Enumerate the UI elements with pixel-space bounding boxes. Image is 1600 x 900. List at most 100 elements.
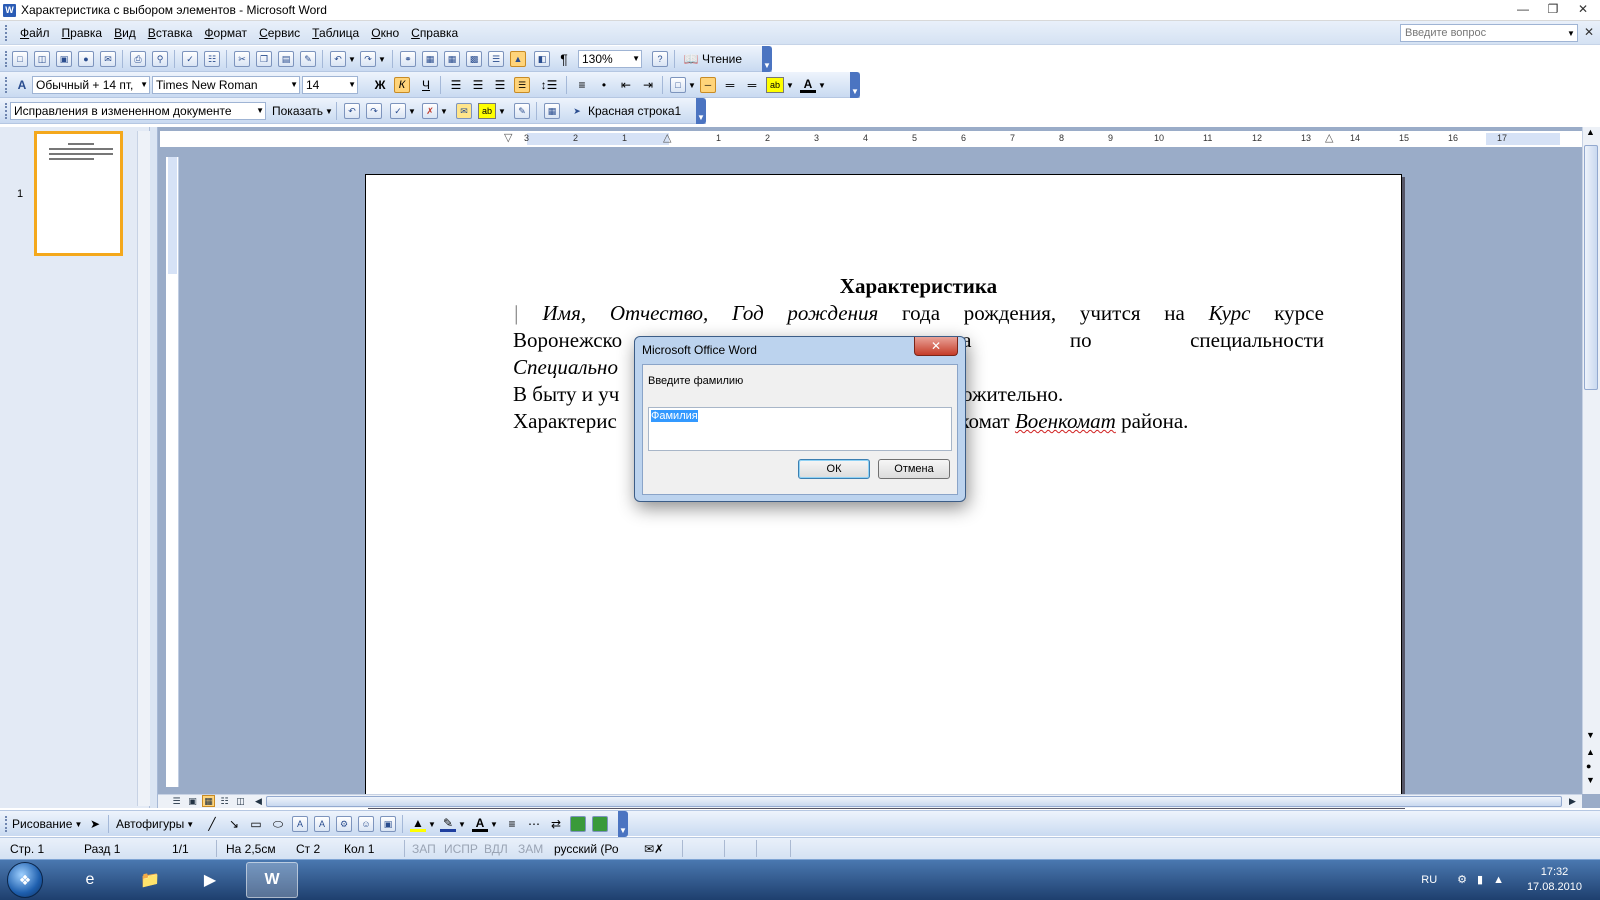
horizontal-line-icon[interactable]: ═	[722, 77, 738, 93]
tables-borders-icon[interactable]: ▦	[422, 51, 438, 67]
accept-change-icon[interactable]: ✓	[390, 103, 406, 119]
spelling-icon[interactable]: ✓	[182, 51, 198, 67]
horizontal-scroll-thumb[interactable]	[266, 796, 1562, 807]
status-overtype[interactable]: ЗАМ	[518, 842, 543, 856]
italic-icon[interactable]: К	[394, 77, 410, 93]
document-close-icon[interactable]: ✕	[1584, 25, 1594, 39]
toolbar-options-icon[interactable]: ▼	[850, 72, 860, 98]
insert-excel-icon[interactable]: ▩	[466, 51, 482, 67]
ask-question-box[interactable]: Введите вопрос ▼	[1400, 24, 1578, 42]
increase-indent-icon[interactable]: ⇥	[640, 77, 656, 93]
field-course[interactable]: Курс	[1209, 301, 1251, 325]
undo-icon[interactable]: ↶	[330, 51, 346, 67]
diagram-icon[interactable]: ⚙	[336, 816, 352, 832]
previous-change-icon[interactable]: ↶	[344, 103, 360, 119]
dialog-close-button[interactable]: ✕	[914, 337, 958, 356]
line-spacing-icon[interactable]: ↕☰	[538, 77, 560, 93]
accept-dropdown-icon[interactable]: ▼	[408, 103, 416, 119]
close-button[interactable]: ✕	[1568, 0, 1598, 18]
menu-file[interactable]: Файл	[14, 22, 56, 44]
align-right-icon[interactable]: ☰	[492, 77, 508, 93]
underline-icon[interactable]: Ч	[418, 77, 434, 93]
field-birth-year[interactable]: Год рождения	[732, 301, 878, 325]
zoom-select[interactable]: 130% ▼	[578, 50, 642, 68]
normal-view-icon[interactable]: ☰	[170, 795, 183, 807]
show-button[interactable]: Показать ▼	[272, 103, 333, 119]
menu-tools[interactable]: Сервис	[253, 22, 306, 44]
scroll-left-icon[interactable]: ◀	[252, 795, 265, 807]
scroll-up-icon[interactable]: ▲	[1586, 127, 1595, 137]
field-patronymic[interactable]: Отчество,	[610, 301, 708, 325]
align-left-icon[interactable]: ☰	[448, 77, 464, 93]
fill-color-icon[interactable]: ▲	[410, 816, 426, 832]
vertical-ruler[interactable]	[166, 157, 179, 787]
select-browse-object-icon[interactable]: ●	[1586, 761, 1591, 771]
insert-table-icon[interactable]: ▦	[444, 51, 460, 67]
track-changes-icon[interactable]: ✎	[514, 103, 530, 119]
cut-icon[interactable]: ✂	[234, 51, 250, 67]
paste-icon[interactable]: ▤	[278, 51, 294, 67]
left-indent-marker[interactable]: △	[663, 131, 671, 144]
status-extend[interactable]: ВДЛ	[484, 842, 508, 856]
file-explorer-icon[interactable]: 📁	[124, 862, 176, 898]
horizontal-ruler[interactable]: 3 2 1 1 2 3 4 5 6 7 8 9 10 11 12 13 14 1…	[160, 131, 1582, 147]
columns-icon[interactable]: ☰	[488, 51, 504, 67]
reject-dropdown-icon[interactable]: ▼	[440, 103, 448, 119]
restore-button[interactable]: ❐	[1538, 0, 1568, 18]
cancel-button[interactable]: Отмена	[878, 459, 950, 479]
drawing-icon[interactable]: ▲	[510, 51, 526, 67]
font-select[interactable]: Times New Roman ▼	[152, 76, 300, 94]
fill-color-dropdown-icon[interactable]: ▼	[428, 816, 436, 832]
highlight-dropdown-icon[interactable]: ▼	[498, 103, 506, 119]
font-color-dropdown-icon[interactable]: ▼	[490, 816, 498, 832]
oval-icon[interactable]: ⬭	[270, 816, 286, 832]
styles-formatting-icon[interactable]: A	[14, 77, 30, 93]
bold-icon[interactable]: Ж	[372, 77, 388, 93]
chevron-down-icon[interactable]: ▼	[290, 77, 298, 93]
ok-button[interactable]: ОК	[798, 459, 870, 479]
highlight-dropdown-icon[interactable]: ▼	[786, 77, 794, 93]
toolbar-options-icon[interactable]: ▼	[762, 46, 772, 72]
save-icon[interactable]: ▣	[56, 51, 72, 67]
thumbnail-scrollbar[interactable]	[137, 131, 150, 806]
status-track-changes[interactable]: ИСПР	[444, 842, 478, 856]
field-specialty[interactable]: Специально	[513, 355, 618, 379]
font-color-icon[interactable]: A	[472, 816, 488, 832]
reading-button[interactable]: Чтение	[702, 51, 742, 67]
line-color-icon[interactable]: ✎	[440, 816, 456, 832]
new-document-icon[interactable]: □	[12, 51, 28, 67]
justify-icon[interactable]: ☰	[514, 77, 530, 93]
permission-icon[interactable]: ●	[78, 51, 94, 67]
redo-dropdown-icon[interactable]: ▼	[378, 51, 386, 67]
menu-view[interactable]: Вид	[108, 22, 142, 44]
autoshapes-button[interactable]: Автофигуры ▼	[116, 816, 194, 832]
chevron-down-icon[interactable]: ▼	[1565, 25, 1577, 41]
copy-icon[interactable]: ❐	[256, 51, 272, 67]
help-icon[interactable]: ?	[652, 51, 668, 67]
borders-icon[interactable]: □	[670, 77, 686, 93]
redo-icon[interactable]: ↷	[360, 51, 376, 67]
first-line-indent-marker[interactable]: ▽	[504, 131, 512, 144]
taskbar-clock[interactable]: 17:32 17.08.2010	[1527, 865, 1582, 895]
line-color-dropdown-icon[interactable]: ▼	[458, 816, 466, 832]
web-view-icon[interactable]: ▣	[186, 795, 199, 807]
text-box-icon[interactable]: A	[292, 816, 308, 832]
surname-input[interactable]: Фамилия	[648, 407, 952, 451]
rectangle-icon[interactable]: ▭	[248, 816, 264, 832]
research-icon[interactable]: ☷	[204, 51, 220, 67]
spelling-status-icon[interactable]: ✉✗	[644, 842, 664, 856]
media-player-icon[interactable]: ▶	[184, 862, 236, 898]
chevron-down-icon[interactable]: ▼	[140, 77, 148, 93]
toolbar-options-icon[interactable]: ▼	[696, 98, 706, 124]
battery-icon[interactable]: ▮	[1477, 873, 1483, 886]
status-record-macro[interactable]: ЗАП	[412, 842, 436, 856]
vertical-scroll-thumb[interactable]	[1584, 145, 1598, 390]
line-style-icon[interactable]: ≡	[504, 816, 520, 832]
toolbar-grip[interactable]	[5, 103, 9, 119]
minimize-button[interactable]: —	[1508, 0, 1538, 18]
insert-picture-icon[interactable]: ▣	[380, 816, 396, 832]
network-icon[interactable]: ▲	[1493, 874, 1504, 886]
style-label[interactable]: Красная строка1	[588, 103, 681, 119]
font-color-dropdown-icon[interactable]: ▼	[818, 77, 826, 93]
line-icon[interactable]: ╱	[204, 816, 220, 832]
